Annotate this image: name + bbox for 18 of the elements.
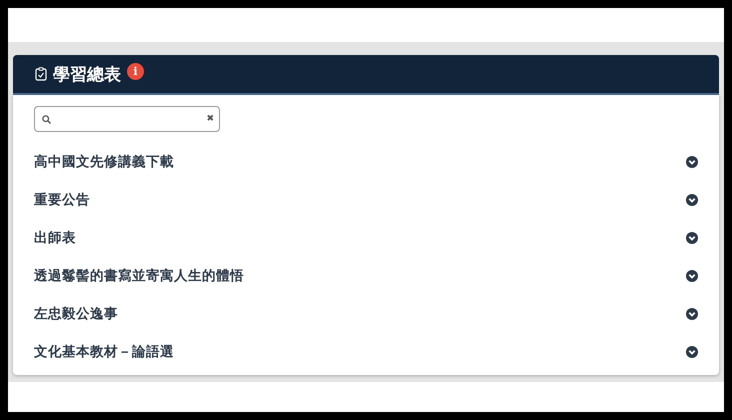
search-icon [42, 114, 51, 124]
chevron-icon[interactable] [686, 270, 698, 282]
accordion-item[interactable]: 左忠毅公逸事 [34, 305, 118, 323]
chevron-icon[interactable] [686, 194, 698, 206]
accordion-item[interactable]: 出師表 [34, 229, 76, 247]
chevron-icon[interactable] [686, 346, 698, 358]
clipboard-icon [35, 67, 47, 81]
accordion-item[interactable]: 重要公告 [34, 191, 90, 209]
accordion-item[interactable]: 透過鬈髻的書寫並寄寓人生的體悟 [34, 267, 244, 285]
info-badge[interactable]: i [127, 62, 144, 80]
chevron-icon[interactable] [686, 156, 698, 168]
chevron-icon[interactable] [686, 232, 698, 244]
accordion-item[interactable]: 高中國文先修講義下載 [34, 153, 174, 171]
card-title: 學習總表 [53, 64, 121, 86]
chevron-icon[interactable] [686, 308, 698, 320]
clear-icon[interactable]: ✖ [206, 114, 214, 124]
accordion-item[interactable]: 文化基本教材－論語選 [34, 343, 174, 361]
search-field[interactable]: ✖ [34, 106, 220, 132]
